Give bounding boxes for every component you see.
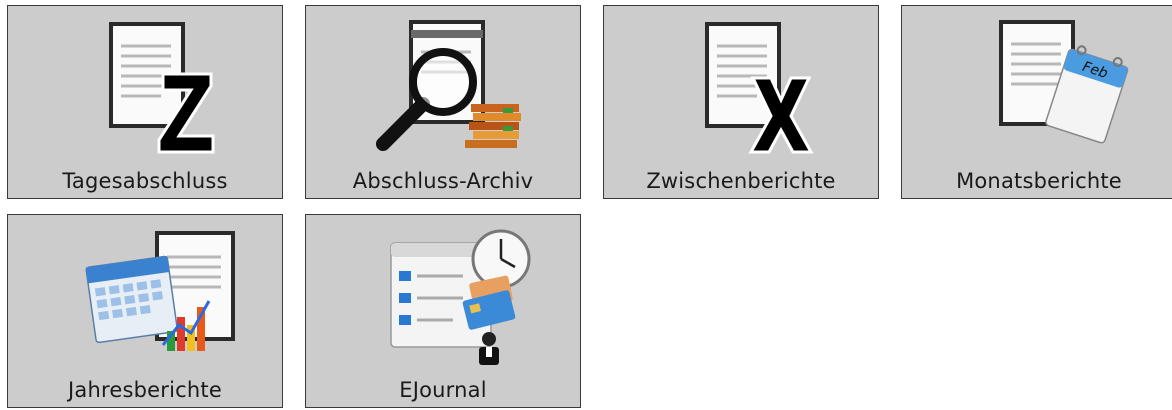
tile-label: Zwischenberichte — [646, 169, 836, 193]
tile-label: EJournal — [399, 378, 487, 402]
tile-ejournal[interactable]: EJournal — [305, 214, 581, 408]
tile-zwischenberichte[interactable]: Zwischenberichte — [603, 5, 879, 199]
calendar-chart-icon — [85, 231, 235, 351]
tile-label: Tagesabschluss — [62, 169, 228, 193]
tile-abschluss-archiv[interactable]: Abschluss-Archiv — [305, 5, 581, 199]
tile-label: Jahresberichte — [68, 378, 222, 402]
document-x-icon — [705, 22, 814, 154]
journal-clock-card-icon — [390, 229, 531, 365]
document-magnifier-folders-icon — [376, 20, 521, 151]
tile-label: Monatsberichte — [956, 169, 1122, 193]
tile-jahresberichte[interactable]: Jahresberichte — [7, 214, 283, 408]
tile-monatsberichte[interactable]: Feb Monatsberichte — [901, 5, 1172, 199]
tile-label: Abschluss-Archiv — [352, 169, 534, 193]
document-z-icon — [109, 22, 215, 154]
tile-tagesabschluss[interactable]: Tagesabschluss — [7, 5, 283, 199]
document-calendar-icon: Feb — [999, 20, 1129, 144]
